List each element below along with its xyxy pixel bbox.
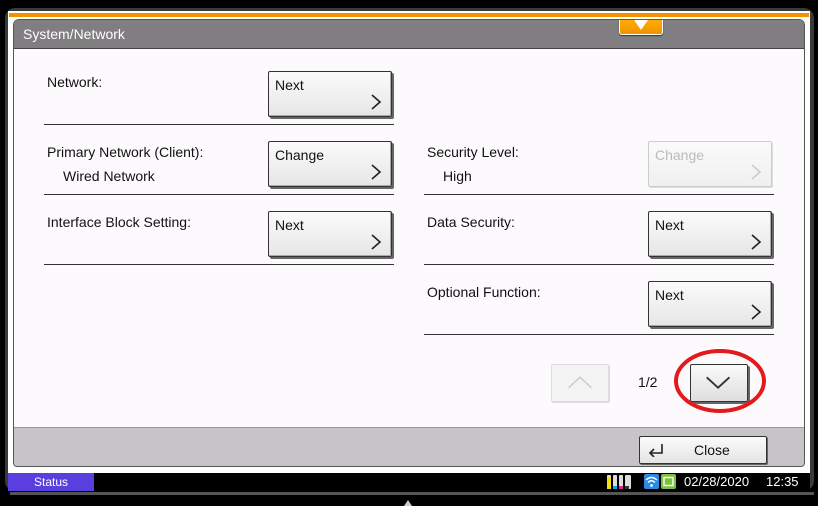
- title-bar: System/Network: [14, 20, 804, 49]
- divider: [44, 194, 394, 195]
- divider: [424, 334, 774, 335]
- optional-function-next-button[interactable]: Next: [648, 281, 772, 327]
- triangle-down-icon: [634, 20, 648, 30]
- wifi-icon: [645, 476, 658, 487]
- network-status-icon[interactable]: [644, 474, 659, 489]
- close-button[interactable]: Close: [639, 436, 767, 464]
- chevron-right-icon: [371, 164, 382, 180]
- close-label: Close: [694, 442, 730, 458]
- chevron-right-icon: [751, 304, 762, 320]
- chevron-right-icon: [751, 164, 762, 180]
- home-indicator-icon: [404, 500, 412, 506]
- chevron-down-icon: [706, 376, 731, 390]
- security-level-label: Security Level:: [427, 144, 519, 160]
- button-label: Next: [275, 77, 304, 93]
- chevron-right-icon: [371, 234, 382, 250]
- toner-yellow-icon: [607, 475, 611, 489]
- date-display: 02/28/2020: [684, 474, 750, 489]
- return-arrow-icon: [648, 444, 663, 457]
- toner-black-icon: [625, 475, 631, 489]
- divider: [44, 124, 394, 125]
- network-next-button[interactable]: Next: [268, 71, 392, 117]
- primary-network-change-button[interactable]: Change: [268, 141, 392, 187]
- status-button[interactable]: Status: [8, 473, 94, 491]
- security-level-value: High: [443, 168, 472, 184]
- button-label: Change: [655, 147, 705, 163]
- button-label: Next: [655, 217, 684, 233]
- device-status-icon[interactable]: [661, 474, 676, 489]
- chevron-right-icon: [371, 94, 382, 110]
- chevron-right-icon: [751, 234, 762, 250]
- network-label: Network:: [47, 74, 103, 90]
- primary-network-label: Primary Network (Client):: [47, 144, 204, 160]
- button-label: Next: [275, 217, 304, 233]
- page-title: System/Network: [23, 26, 125, 42]
- security-level-change-button: Change: [648, 141, 772, 187]
- status-bar: Status 02/28/2020 12:35: [8, 473, 810, 491]
- device-icon: [663, 476, 674, 487]
- interface-block-label: Interface Block Setting:: [47, 214, 191, 230]
- divider: [44, 264, 394, 265]
- scroll-up-button: [551, 364, 609, 402]
- time-display: 12:35: [766, 474, 799, 489]
- toner-magenta-icon: [619, 475, 623, 489]
- button-label: Change: [275, 147, 325, 163]
- data-security-next-button[interactable]: Next: [648, 211, 772, 257]
- accent-line: [9, 13, 809, 17]
- settings-panel: System/Network Network: Next Primary Net…: [13, 19, 805, 467]
- data-security-label: Data Security:: [427, 214, 515, 230]
- scroll-down-button[interactable]: [690, 364, 748, 402]
- toner-cyan-icon: [613, 475, 617, 489]
- bezel-edge: [10, 492, 814, 495]
- chevron-up-icon: [568, 376, 592, 389]
- divider: [424, 194, 774, 195]
- interface-block-next-button[interactable]: Next: [268, 211, 392, 257]
- divider: [424, 264, 774, 265]
- collapse-tab-button[interactable]: [619, 20, 663, 35]
- footer-bar: Close: [14, 427, 804, 466]
- page-indicator: 1/2: [638, 374, 658, 390]
- optional-function-label: Optional Function:: [427, 284, 541, 300]
- button-label: Next: [655, 287, 684, 303]
- primary-network-value: Wired Network: [63, 168, 155, 184]
